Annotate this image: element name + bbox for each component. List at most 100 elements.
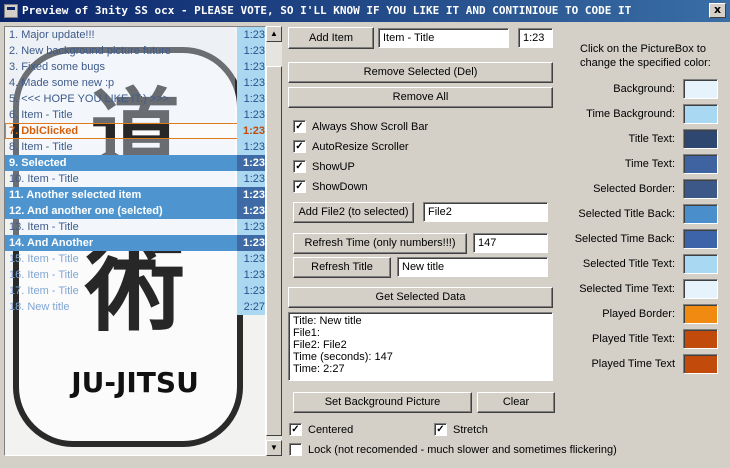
stretch-checkbox[interactable]: ✓ Stretch [434, 422, 488, 438]
show-down-checkbox[interactable]: ✓ ShowDown [293, 179, 368, 195]
list-item[interactable]: 4. Made some new :p 1:23 [5, 75, 265, 91]
color-picturebox[interactable] [683, 254, 718, 274]
color-help-text: Click on the PictureBox to change the sp… [580, 43, 711, 69]
list-item[interactable]: 8. Item - Title 1:23 [5, 139, 265, 155]
color-picturebox[interactable] [683, 154, 718, 174]
title-bar[interactable]: Preview of 3nity SS ocx - PLEASE VOTE, S… [0, 0, 730, 22]
list-item-selected[interactable]: 12. And another one (selcted) 1:23 [5, 203, 265, 219]
list-item[interactable]: 17. Item - Title 1:23 [5, 283, 265, 299]
checkbox-check-icon[interactable]: ✓ [293, 119, 306, 133]
list-item-title: 11. Another selected item [9, 189, 142, 201]
color-picturebox[interactable] [683, 279, 718, 299]
new-title-input[interactable]: New title [397, 257, 548, 277]
list-item[interactable]: 10. Item - Title 1:23 [5, 171, 265, 187]
get-selected-data-button[interactable]: Get Selected Data [288, 287, 553, 308]
list-item[interactable]: 2. New background picture future 1:23 [5, 43, 265, 59]
checkbox-check-icon[interactable]: ✓ [293, 179, 306, 193]
refresh-time-button[interactable]: Refresh Time (only numbers!!!) [293, 233, 467, 254]
list-item-title: 8. Item - Title [9, 139, 235, 155]
checkbox-check-icon[interactable]: ✓ [434, 422, 447, 436]
lock-label: Lock (not recomended - much slower and s… [308, 444, 617, 456]
color-label: Time Background: [586, 108, 675, 120]
list-item[interactable]: 18. New title 2:27 [5, 299, 265, 315]
list-item[interactable]: 16. Item - Title 1:23 [5, 267, 265, 283]
list-item[interactable]: 13. Item - Title 1:23 [5, 219, 265, 235]
list-item-title: 14. And Another [9, 237, 94, 249]
list-item-time: 1:23 [237, 123, 265, 139]
scroll-up-arrow-icon[interactable]: ▲ [266, 26, 282, 42]
song-listbox[interactable]: 道 術 JU-JITSU 1. Major update!!! 1:23 2. Ne… [4, 26, 266, 456]
clear-button[interactable]: Clear [477, 392, 555, 413]
show-down-label: ShowDown [312, 181, 368, 193]
list-item-time: 1:23 [237, 267, 265, 283]
list-item-time: 1:23 [237, 171, 265, 187]
list-item[interactable]: 6. Item - Title 1:23 [5, 107, 265, 123]
list-item-time: 1:23 [237, 107, 265, 123]
add-file2-button[interactable]: Add File2 (to selected) [293, 202, 414, 223]
color-picturebox[interactable] [683, 354, 718, 374]
color-picturebox[interactable] [683, 129, 718, 149]
list-item-time: 1:23 [237, 203, 265, 219]
close-button[interactable]: x [709, 3, 726, 18]
set-background-picture-button[interactable]: Set Background Picture [293, 392, 472, 413]
scroll-down-arrow-icon[interactable]: ▼ [266, 440, 282, 456]
list-item-selected[interactable]: 14. And Another 1:23 [5, 235, 265, 251]
checkbox-check-icon[interactable]: ✓ [289, 422, 302, 436]
list-item-title: 17. Item - Title [9, 285, 79, 297]
stretch-label: Stretch [453, 424, 488, 436]
checkbox-empty[interactable] [289, 442, 302, 456]
show-up-checkbox[interactable]: ✓ ShowUP [293, 159, 355, 175]
color-label: Selected Title Text: [582, 258, 675, 270]
color-picturebox[interactable] [683, 329, 718, 349]
remove-selected-button[interactable]: Remove Selected (Del) [288, 62, 553, 83]
list-item-selected[interactable]: 9. Selected 1:23 [5, 155, 265, 171]
checkbox-check-icon[interactable]: ✓ [293, 139, 306, 153]
color-picturebox[interactable] [683, 204, 718, 224]
remove-all-button[interactable]: Remove All [288, 87, 553, 108]
list-item-title: 9. Selected [9, 157, 67, 169]
app-icon [4, 4, 18, 18]
color-label: Time Text: [624, 158, 675, 170]
list-item[interactable]: 7. DblClicked 1:23 [5, 123, 265, 139]
scroll-thumb[interactable] [266, 66, 282, 436]
checkbox-check-icon[interactable]: ✓ [293, 159, 306, 173]
list-item[interactable]: 1. Major update!!! 1:23 [5, 27, 265, 43]
color-picturebox[interactable] [683, 304, 718, 324]
list-item-selected[interactable]: 11. Another selected item 1:23 [5, 187, 265, 203]
list-item[interactable]: 5. <<< HOPE YOU LIKE IT:) >>> 1:23 [5, 91, 265, 107]
selected-data-textbox[interactable]: Title: New title File1: File2: File2 Tim… [288, 312, 553, 381]
color-picturebox[interactable] [683, 179, 718, 199]
color-label: Played Title Text: [592, 333, 675, 345]
list-item-time: 1:23 [237, 59, 265, 75]
file2-input[interactable]: File2 [423, 202, 548, 222]
list-item-title: 18. New title [9, 301, 70, 313]
list-item-time: 1:23 [237, 219, 265, 235]
item-title-input[interactable]: Item - Title [378, 28, 509, 48]
list-item-title: 16. Item - Title [9, 269, 79, 281]
list-item-time: 1:23 [237, 235, 265, 251]
lock-checkbox[interactable]: Lock (not recomended - much slower and s… [289, 442, 617, 458]
color-label: Title Text: [628, 133, 675, 145]
memo-line: File2: File2 [293, 339, 347, 351]
list-item[interactable]: 3. Fixed some bugs 1:23 [5, 59, 265, 75]
list-item-time: 1:23 [237, 283, 265, 299]
refresh-title-button[interactable]: Refresh Title [293, 257, 391, 278]
list-item[interactable]: 15. Item - Title 1:23 [5, 251, 265, 267]
color-picturebox[interactable] [683, 104, 718, 124]
show-up-label: ShowUP [312, 161, 355, 173]
time-seconds-input[interactable]: 147 [473, 233, 548, 253]
list-item-time: 1:23 [237, 75, 265, 91]
always-show-scrollbar-checkbox[interactable]: ✓ Always Show Scroll Bar [293, 119, 428, 135]
item-time-input[interactable]: 1:23 [518, 28, 553, 48]
memo-line: Title: New title [293, 315, 362, 327]
list-item-time: 1:23 [237, 139, 265, 155]
vertical-scrollbar[interactable]: ▲ ▼ [266, 26, 282, 456]
memo-line: Time (seconds): 147 [293, 351, 393, 363]
list-item-title: 4. Made some new :p [9, 75, 235, 91]
list-item-title: 12. And another one (selcted) [9, 205, 163, 217]
auto-resize-checkbox[interactable]: ✓ AutoResize Scroller [293, 139, 409, 155]
centered-checkbox[interactable]: ✓ Centered [289, 422, 353, 438]
color-picturebox[interactable] [683, 229, 718, 249]
add-item-button[interactable]: Add Item [288, 27, 374, 49]
color-picturebox[interactable] [683, 79, 718, 99]
